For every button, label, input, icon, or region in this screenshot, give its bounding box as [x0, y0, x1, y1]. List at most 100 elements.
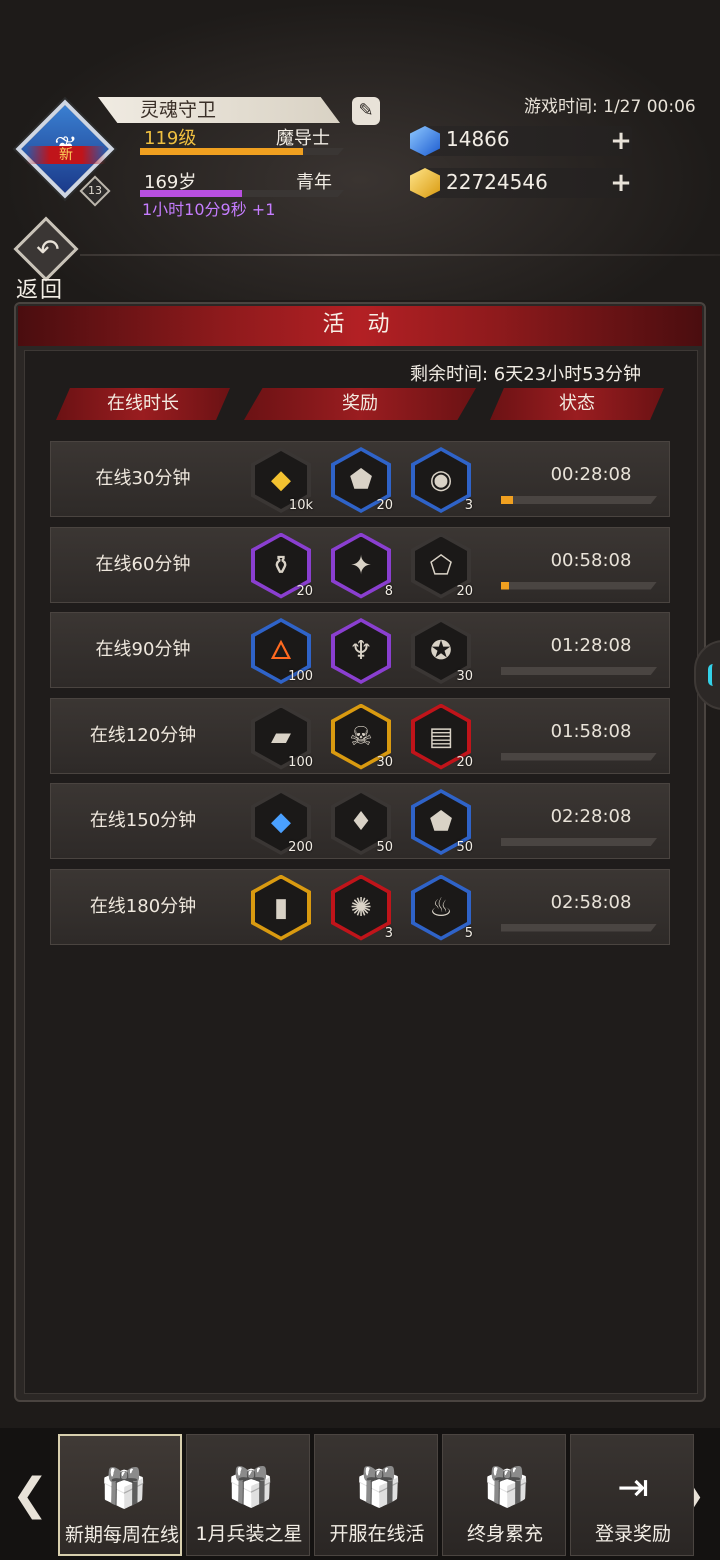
back-label[interactable]: 返回	[16, 272, 64, 304]
item-quantity: 20	[456, 583, 473, 599]
reward-item[interactable]: ♨ 5	[411, 874, 473, 941]
remaining-time: 剩余时间: 6天23小时53分钟	[410, 364, 642, 385]
game-time: 游戏时间: 1/27 00:06	[524, 97, 696, 117]
gift-icon: 🎁	[355, 1465, 403, 1509]
countdown-time: 02:58:08	[550, 891, 632, 913]
back-arrow-icon: ↶	[36, 233, 60, 266]
reward-row[interactable]: 在线60分钟 ⚱ 20 ✦ 8 ⬠ 20 00:58:08	[50, 526, 670, 603]
row-duration-label: 在线150分钟	[89, 810, 197, 831]
countdown-time: 01:28:08	[550, 635, 632, 656]
column-reward: 奖励	[244, 388, 476, 420]
item-quantity: 3	[384, 925, 393, 941]
item-quantity: 10k	[288, 498, 313, 513]
reward-item[interactable]: ☠ 30	[331, 703, 393, 770]
reward-item[interactable]: ▮	[251, 874, 311, 941]
gift-icon: 🎁	[100, 1466, 148, 1510]
reward-item[interactable]: ◆ 200	[251, 789, 313, 855]
name-plate	[98, 97, 340, 123]
row-duration-label: 在线120分钟	[89, 724, 197, 746]
reward-item[interactable]: ♦ 50	[331, 789, 393, 855]
tab-label: 开服在线活	[329, 1523, 425, 1545]
item-quantity: 20	[456, 754, 473, 770]
add-diamond-button[interactable]: +	[610, 128, 632, 154]
column-status: 状态	[490, 388, 664, 420]
item-quantity: 100	[288, 669, 313, 684]
reward-item[interactable]: ✪ 30	[411, 618, 473, 684]
login-icon: ⇥	[617, 1465, 649, 1509]
reward-item[interactable]: 🜂 100	[251, 618, 313, 684]
tab-prev-arrow[interactable]: ❮	[10, 1470, 50, 1520]
item-quantity: 200	[288, 840, 313, 855]
reward-item[interactable]: ✦ 8	[331, 532, 393, 599]
new-badge: 新	[26, 146, 106, 164]
gold-value: 22724546	[446, 170, 548, 194]
reward-item[interactable]: ⬠ 20	[411, 532, 473, 599]
countdown-time: 00:28:08	[550, 464, 632, 485]
reward-item[interactable]: ✺ 3	[331, 874, 393, 941]
column-online-duration: 在线时长	[56, 388, 230, 420]
countdown-progress-bar	[501, 923, 657, 932]
reward-item[interactable]: ◆ 10k	[251, 447, 313, 513]
reward-item[interactable]: ◉ 3	[411, 447, 473, 513]
item-quantity: 3	[464, 498, 473, 513]
item-quantity: 5	[464, 925, 473, 941]
countdown-time: 01:58:08	[550, 720, 632, 742]
edit-name-icon[interactable]: ✎	[352, 97, 380, 125]
reward-item[interactable]: ▤ 20	[411, 703, 473, 770]
countdown-progress-bar	[501, 838, 657, 846]
item-quantity: 100	[288, 754, 313, 770]
add-gold-button[interactable]: +	[610, 170, 632, 196]
countdown-progress-bar	[501, 752, 657, 761]
row-duration-label: 在线30分钟	[95, 468, 191, 489]
item-quantity: 30	[456, 669, 473, 684]
level-bar-fill	[140, 148, 304, 155]
item-quantity: 8	[384, 583, 393, 599]
tab-label: 终身累充	[466, 1523, 543, 1545]
item-quantity: 50	[376, 840, 393, 855]
countdown-time: 00:58:08	[550, 549, 632, 571]
row-duration-label: 在线60分钟	[95, 553, 191, 575]
countdown-progress-fill	[501, 496, 514, 504]
player-level: 119级	[144, 128, 197, 149]
panel-title: 活 动	[322, 312, 398, 337]
countdown-progress-bar	[501, 581, 657, 590]
reward-item[interactable]: ⬟ 50	[411, 789, 473, 855]
countdown-progress-bar	[501, 496, 657, 504]
tab-item[interactable]: 🎁 终身累充	[442, 1434, 566, 1556]
reward-row[interactable]: 在线150分钟 ◆ 200 ♦ 50 ⬟ 50 02:28:08	[50, 783, 670, 859]
countdown-progress-fill	[501, 581, 509, 590]
player-class: 魔导士	[276, 128, 330, 149]
row-duration-label: 在线180分钟	[89, 895, 197, 917]
tab-item[interactable]: 🎁 开服在线活	[314, 1434, 438, 1556]
item-quantity: 30	[376, 754, 393, 770]
reward-row[interactable]: 在线120分钟 ▰ 100 ☠ 30 ▤ 20 01:58:08	[50, 697, 670, 774]
handle-indicator	[708, 664, 718, 686]
gift-icon: 🎁	[227, 1465, 275, 1509]
header-divider	[80, 254, 720, 256]
tab-label: 登录奖励	[594, 1523, 671, 1545]
player-name: 灵魂守卫	[140, 99, 217, 121]
level-bar	[140, 148, 344, 155]
diamond-value: 14866	[446, 127, 510, 151]
item-quantity: 20	[296, 583, 313, 599]
reward-row[interactable]: 在线90分钟 🜂 100 ♆ ✪ 30 01:28:08	[50, 612, 670, 688]
tab-item[interactable]: ⇥ 登录奖励	[570, 1434, 694, 1556]
tab-label: 1月兵装之星	[195, 1523, 303, 1545]
countdown-time: 02:28:08	[550, 806, 632, 827]
tab-label: 新期每周在线	[64, 1524, 179, 1546]
reward-row[interactable]: 在线180分钟 ▮ ✺ 3 ♨ 5 02:58:08	[50, 868, 670, 945]
reward-row[interactable]: 在线30分钟 ◆ 10k ⬟ 20 ◉ 3 00:28:08	[50, 441, 670, 517]
reward-item[interactable]: ▰ 100	[251, 703, 313, 770]
row-duration-label: 在线90分钟	[95, 639, 191, 660]
rank-number: 13	[88, 184, 102, 197]
tab-item[interactable]: 🎁 新期每周在线	[58, 1434, 182, 1556]
reward-item[interactable]: ♆	[331, 618, 391, 684]
reward-item[interactable]: ⚱ 20	[251, 532, 313, 599]
reward-item[interactable]: ⬟ 20	[331, 447, 393, 513]
item-quantity: 20	[376, 498, 393, 513]
countdown-progress-bar	[501, 667, 657, 675]
item-quantity: 50	[456, 840, 473, 855]
gift-icon: 🎁	[483, 1465, 531, 1509]
age-timer: 1小时10分9秒 +1	[142, 200, 276, 219]
tab-item[interactable]: 🎁 1月兵装之星	[186, 1434, 310, 1556]
